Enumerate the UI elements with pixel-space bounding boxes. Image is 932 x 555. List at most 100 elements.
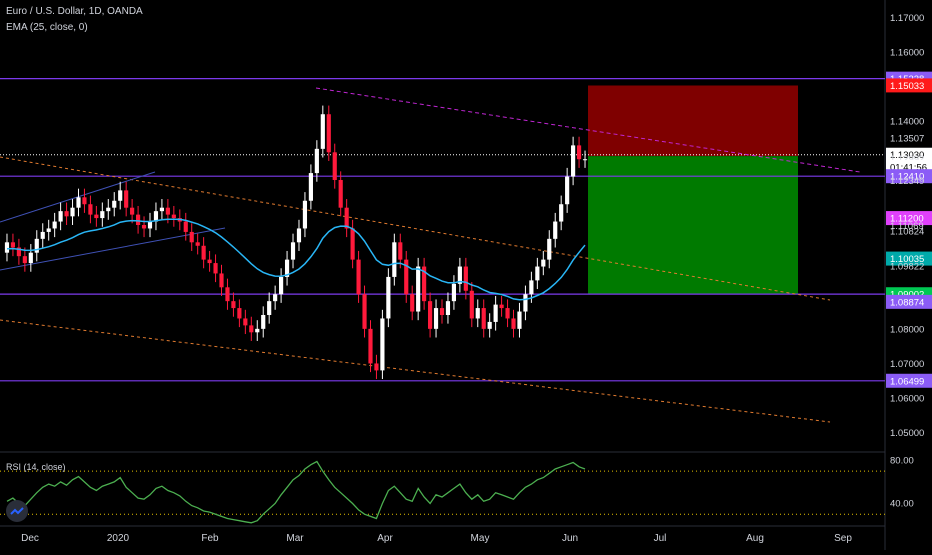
- candle-body: [237, 308, 242, 319]
- candle-body: [28, 252, 33, 264]
- candle-body: [225, 287, 230, 302]
- candle-body: [493, 304, 498, 322]
- candle-body: [106, 207, 111, 212]
- candle-body: [511, 318, 516, 329]
- price-tick-label: 1.08874: [890, 297, 924, 308]
- time-tick-label: Sep: [834, 533, 852, 544]
- price-tick-label: 1.14000: [890, 117, 924, 128]
- candle-body: [380, 318, 385, 371]
- price-tick-label: 1.09822: [890, 261, 924, 272]
- candle-body: [571, 145, 576, 177]
- candle-body: [52, 221, 57, 229]
- channel-lower-line: [0, 319, 831, 423]
- candle-body: [255, 328, 260, 333]
- chart-svg[interactable]: 1.170001.160001.152281.150331.140001.135…: [0, 0, 932, 550]
- candle-body: [517, 311, 522, 329]
- candle-body: [541, 259, 546, 267]
- candle-body: [112, 200, 117, 208]
- price-tick-label: 1.10824: [890, 227, 924, 238]
- time-tick-label: 2020: [107, 533, 130, 544]
- candle-body: [165, 207, 170, 215]
- candle-body: [523, 294, 528, 312]
- candle-body: [141, 225, 147, 229]
- candle-body: [267, 301, 272, 315]
- candle-body: [82, 197, 87, 205]
- candle-body: [213, 263, 218, 274]
- candle-body: [94, 214, 99, 219]
- indicator-label: EMA (25, close, 0): [6, 22, 88, 33]
- candle-body: [147, 221, 153, 229]
- candle-body: [290, 242, 296, 260]
- candle-body: [189, 231, 194, 243]
- ema-line: [6, 218, 586, 301]
- price-tick-label: 1.07000: [890, 359, 924, 370]
- candle-body: [171, 214, 176, 219]
- time-tick-label: Jun: [562, 533, 578, 544]
- candle-body: [386, 276, 391, 319]
- candle-body: [445, 301, 451, 315]
- candle-body: [559, 204, 564, 222]
- price-tick-label: 1.06499: [890, 376, 924, 387]
- candle-body: [183, 221, 188, 232]
- price-tick-label: 1.15033: [890, 81, 924, 92]
- price-tick-label: 1.08000: [890, 324, 924, 335]
- candle-body: [76, 197, 81, 208]
- candle-body: [135, 214, 141, 225]
- candle-body: [535, 266, 540, 281]
- candle-body: [463, 266, 468, 291]
- chart[interactable]: 1.170001.160001.152281.150331.140001.135…: [0, 0, 932, 550]
- candle-body: [320, 114, 325, 149]
- candle-body: [410, 294, 415, 312]
- price-tick-label: 1.17000: [890, 13, 924, 24]
- candle-body: [529, 280, 534, 295]
- candle-body: [362, 294, 367, 329]
- candle-body: [34, 238, 39, 253]
- price-tick-label: 1.06000: [890, 394, 924, 405]
- candle-body: [576, 145, 582, 160]
- candle-body: [374, 363, 379, 371]
- rsi-label: RSI (14, close): [6, 462, 66, 472]
- candle-body: [314, 148, 319, 174]
- candle-body: [118, 190, 123, 201]
- price-tick-label: 1.12349: [890, 176, 924, 187]
- candle-body: [451, 283, 457, 302]
- chart-title: Euro / U.S. Dollar, 1D, OANDA: [6, 6, 143, 17]
- time-tick-label: Dec: [21, 533, 39, 544]
- candle-body: [231, 301, 236, 309]
- candle-body: [261, 315, 266, 329]
- candle-body: [40, 231, 45, 239]
- candle-body: [279, 276, 284, 295]
- candle-body: [547, 238, 552, 260]
- candle-body: [368, 328, 373, 364]
- candle-body: [553, 221, 558, 239]
- candle-body: [243, 318, 248, 326]
- candle-body: [46, 228, 51, 232]
- candle-body: [332, 152, 337, 180]
- candle-body: [10, 242, 16, 248]
- candle-body: [70, 207, 75, 217]
- tradingview-logo[interactable]: [6, 500, 28, 522]
- candle-body: [308, 173, 313, 201]
- candle-body: [433, 308, 439, 329]
- candle-body: [439, 308, 445, 315]
- candle-body: [505, 308, 510, 319]
- candle-body: [350, 228, 355, 260]
- candle-body: [326, 114, 331, 153]
- candle-body: [302, 200, 308, 229]
- candle-body: [344, 207, 349, 229]
- candle-body: [58, 211, 63, 222]
- candle-body: [487, 321, 492, 329]
- candle-body: [249, 325, 254, 333]
- candle-body: [273, 294, 278, 302]
- rsi-tick-label: 40.00: [890, 498, 914, 509]
- take-profit-zone: [588, 156, 798, 295]
- candle-body: [427, 301, 433, 329]
- candle-body: [88, 204, 93, 215]
- candle-body: [124, 190, 129, 208]
- time-tick-label: May: [471, 533, 490, 544]
- time-tick-label: Aug: [746, 533, 764, 544]
- candle-body: [159, 207, 165, 212]
- candle-body: [481, 308, 486, 329]
- candle-body: [475, 308, 480, 319]
- time-tick-label: Mar: [286, 533, 304, 544]
